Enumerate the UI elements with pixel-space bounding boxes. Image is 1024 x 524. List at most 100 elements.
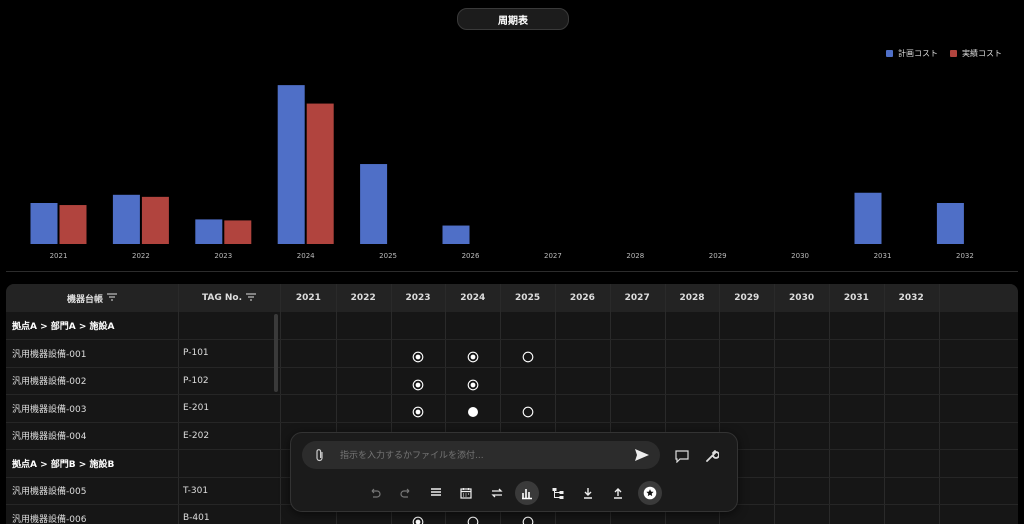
bar-actual-2023[interactable] [224, 220, 252, 244]
schedule-mark-target-icon[interactable] [412, 375, 424, 390]
divider [6, 271, 1018, 272]
x-tick-label: 2032 [956, 252, 974, 260]
bar-planned-2025[interactable] [360, 164, 388, 244]
bar-planned-2032[interactable] [936, 203, 964, 244]
column-divider [938, 284, 940, 524]
bar-planned-2023[interactable] [195, 219, 223, 244]
bar-actual-2022[interactable] [141, 196, 169, 244]
filter-icon[interactable] [107, 292, 117, 304]
header-year-2023[interactable]: 2023 [391, 284, 446, 312]
equipment-name[interactable]: 汎用機器設備-004 [12, 422, 86, 449]
equipment-name[interactable]: 汎用機器設備-001 [12, 340, 86, 367]
tag-number: E-202 [183, 430, 210, 441]
row-divider [6, 339, 1018, 340]
x-tick-label: 2025 [379, 252, 397, 260]
scrollbar[interactable] [274, 314, 278, 392]
header-year-2028[interactable]: 2028 [665, 284, 720, 312]
bar-planned-2031[interactable] [854, 192, 882, 244]
row-divider [6, 394, 1018, 395]
undo-icon[interactable] [363, 481, 387, 505]
bar-actual-2021[interactable] [59, 205, 87, 244]
column-divider [774, 284, 776, 524]
send-icon[interactable] [634, 447, 650, 463]
tag-number: B-401 [183, 513, 210, 523]
tag-number: P-101 [183, 348, 209, 358]
row-divider [6, 366, 1018, 368]
legend-label-planned: 計画コスト [898, 49, 938, 58]
redo-icon[interactable] [394, 481, 418, 505]
x-tick-label: 2030 [791, 252, 809, 260]
group-row-label[interactable]: 拠点A > 部門B > 施設B [12, 450, 114, 477]
bar-planned-2022[interactable] [112, 194, 140, 244]
equipment-name[interactable]: 汎用機器設備-005 [12, 477, 86, 504]
schedule-mark-ring-icon[interactable] [522, 403, 533, 418]
schedule-mark-target-icon[interactable] [412, 403, 424, 418]
header-year-2030[interactable]: 2030 [774, 284, 829, 312]
header-year-2024[interactable]: 2024 [445, 284, 500, 312]
schedule-mark-target-icon[interactable] [412, 513, 424, 524]
legend-swatch-planned [886, 50, 893, 57]
bar-actual-2024[interactable] [306, 103, 334, 244]
x-tick-label: 2031 [874, 252, 892, 260]
upload-icon[interactable] [606, 481, 630, 505]
bar-planned-2024[interactable] [277, 85, 305, 244]
header-year-2031[interactable]: 2031 [829, 284, 884, 312]
x-tick-label: 2029 [709, 252, 727, 260]
x-tick-label: 2026 [462, 252, 480, 260]
equipment-name[interactable]: 汎用機器設備-003 [12, 395, 86, 422]
equipment-name[interactable]: 汎用機器設備-002 [12, 367, 86, 394]
header-year-2025[interactable]: 2025 [500, 284, 555, 312]
schedule-mark-target-icon[interactable] [467, 348, 479, 363]
column-divider [280, 284, 281, 524]
chat-panel [290, 432, 738, 512]
header-tag-label: TAG No. [201, 293, 243, 303]
column-divider [829, 284, 830, 524]
schedule-mark-ring-icon[interactable] [522, 348, 533, 363]
header-year-2032[interactable]: 2032 [884, 284, 939, 312]
row-divider [6, 421, 1018, 423]
schedule-mark-target-icon[interactable] [412, 348, 424, 363]
x-tick-label: 2022 [132, 252, 150, 260]
hierarchy-icon[interactable] [546, 481, 570, 505]
header-year-2021[interactable]: 2021 [281, 284, 336, 312]
chart-legend: 計画コスト 実績コスト [886, 48, 1002, 59]
equipment-name[interactable]: 汎用機器設備-006 [12, 505, 86, 524]
header-equipment[interactable]: 機器台帳 [6, 284, 178, 312]
schedule-mark-ring-icon[interactable] [522, 513, 533, 524]
chat-input-bar[interactable] [302, 441, 660, 471]
legend-label-actual: 実績コスト [962, 49, 1002, 58]
header-year-2022[interactable]: 2022 [336, 284, 391, 312]
paperclip-icon[interactable] [312, 447, 328, 463]
download-icon[interactable] [576, 481, 600, 505]
wrench-icon[interactable] [703, 447, 721, 465]
tag-number: E-201 [183, 403, 210, 413]
comment-icon[interactable] [673, 447, 691, 465]
filter-icon[interactable] [246, 292, 257, 304]
calendar-icon[interactable] [454, 481, 478, 505]
header-year-2026[interactable]: 2026 [555, 284, 610, 312]
header-tag[interactable]: TAG No. [178, 284, 280, 312]
page-title: 周期表 [457, 8, 569, 30]
legend-item-actual: 実績コスト [950, 48, 1002, 59]
bar-planned-2026[interactable] [442, 225, 470, 244]
group-row-label[interactable]: 拠点A > 部門A > 施設A [12, 312, 115, 339]
header-year-2029[interactable]: 2029 [719, 284, 774, 312]
x-tick-label: 2027 [544, 252, 562, 260]
column-divider [883, 284, 885, 524]
bar-chart-icon[interactable] [515, 481, 539, 505]
cost-bar-chart: 2021 2022 2023 2024 2025 2026 2027 2028 2029 2030… [30, 85, 974, 260]
legend-item-planned: 計画コスト [886, 48, 938, 59]
star-icon[interactable] [638, 481, 662, 505]
tag-number: T-301 [183, 485, 209, 496]
schedule-mark-filled-icon[interactable] [467, 403, 478, 417]
tag-number: P-102 [183, 375, 209, 386]
x-tick-label: 2024 [297, 252, 315, 260]
list-icon[interactable] [424, 481, 448, 505]
schedule-mark-target-icon[interactable] [467, 375, 479, 390]
x-tick-label: 2021 [50, 252, 68, 260]
swap-icon[interactable] [485, 481, 509, 505]
bar-planned-2021[interactable] [30, 203, 58, 244]
header-year-2027[interactable]: 2027 [610, 284, 665, 312]
schedule-mark-ring-icon[interactable] [467, 513, 479, 524]
chat-input[interactable] [338, 441, 632, 471]
